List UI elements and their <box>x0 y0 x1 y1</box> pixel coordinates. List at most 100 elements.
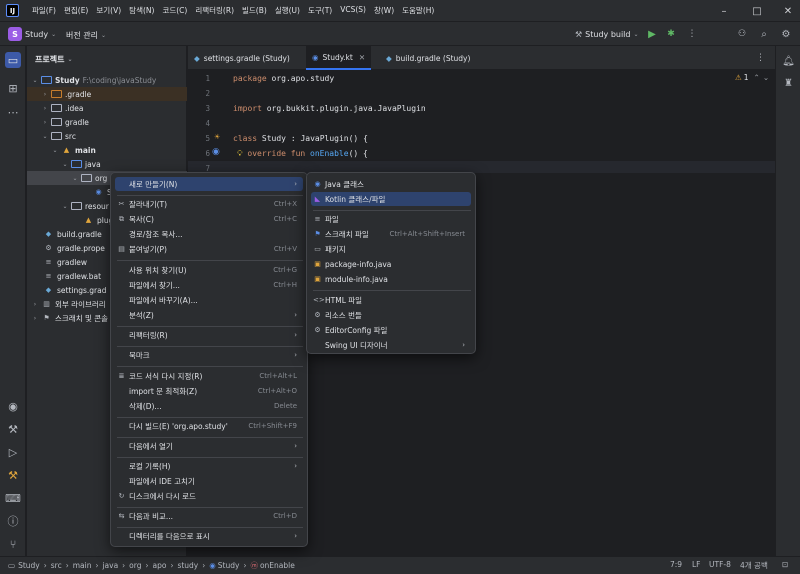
menu-vcs[interactable]: VCS(S) <box>336 5 370 16</box>
menu-window[interactable]: 창(W) <box>370 5 398 16</box>
file-encoding[interactable]: UTF-8 <box>709 560 731 569</box>
submenu-item-resource-bundle[interactable]: ⚙ 리소스 번들 <box>311 308 471 322</box>
build-tool-icon[interactable]: ⚒ <box>5 421 21 437</box>
tree-item-main[interactable]: ⌄ ▲ main <box>27 143 187 157</box>
more-tools-icon[interactable]: ⋯ <box>5 104 21 120</box>
tree-item-gradle-dir[interactable]: › .gradle <box>27 87 187 101</box>
menu-navigate[interactable]: 탐색(N) <box>125 5 158 16</box>
breadcrumb-item[interactable]: study <box>177 561 198 570</box>
chevron-right-icon[interactable]: › <box>41 105 49 112</box>
project-panel-header[interactable]: 프로젝트 ⌄ <box>35 54 72 65</box>
menu-item-refactor[interactable]: 리팩터링(R) › <box>115 328 303 342</box>
project-badge[interactable]: S <box>8 27 22 41</box>
submenu-item-package-info[interactable]: ▣ package-info.java <box>311 257 471 271</box>
services-tool-icon[interactable]: ◉ <box>5 398 21 414</box>
menu-item-repair-ide[interactable]: 파일에서 IDE 고치기 <box>115 474 303 488</box>
run-icon[interactable]: ▶ <box>646 28 658 40</box>
more-actions-icon[interactable]: ⋮ <box>686 28 698 40</box>
debug-icon[interactable]: ✱ <box>665 28 677 40</box>
minimize-icon[interactable]: – <box>718 5 730 17</box>
menu-refactor[interactable]: 리팩터링(R) <box>191 5 238 16</box>
menu-item-copy-path[interactable]: 경로/참조 복사... <box>115 227 303 241</box>
structure-tool-icon[interactable]: ⊞ <box>5 80 21 96</box>
menu-item-reformat-code[interactable]: ≣ 코드 서식 다시 지정(R) Ctrl+Alt+L <box>115 369 303 383</box>
gradle-icon[interactable]: ♜ <box>781 76 796 91</box>
tree-item-java[interactable]: ⌄ java <box>27 157 187 171</box>
menu-item-delete[interactable]: 삭제(D)... Delete <box>115 399 303 413</box>
breadcrumb-item[interactable]: onEnable <box>260 561 295 570</box>
vcs-selector[interactable]: 버전 관리 ⌄ <box>66 30 106 41</box>
breadcrumb-item[interactable]: org <box>129 561 141 570</box>
chevron-right-icon[interactable]: › <box>41 119 49 126</box>
terminal-tool-icon[interactable]: ⌨ <box>5 490 21 506</box>
tab-settings-gradle[interactable]: ◆ settings.gradle (Study) <box>188 46 296 70</box>
chevron-down-icon[interactable]: ⌄ <box>61 203 69 210</box>
chevron-right-icon[interactable]: › <box>31 315 39 322</box>
project-selector[interactable]: Study ⌄ <box>25 30 56 39</box>
close-tab-icon[interactable]: ✕ <box>359 53 365 62</box>
menu-help[interactable]: 도움말(H) <box>398 5 438 16</box>
more-tabs-icon[interactable]: ⋮ <box>756 53 765 63</box>
line-separator[interactable]: LF <box>692 560 701 569</box>
close-icon[interactable]: ✕ <box>782 5 794 17</box>
submenu-item-editorconfig[interactable]: ⚙ EditorConfig 파일 <box>311 323 471 337</box>
gutter-run-icon[interactable]: ☀ <box>214 133 220 141</box>
breadcrumb-item[interactable]: Study <box>218 561 240 570</box>
submenu-item-java-class[interactable]: ◉ Java 클래스 <box>311 177 471 191</box>
git-tool-icon[interactable]: ⑂ <box>5 536 21 552</box>
menu-item-paste[interactable]: ▤ 붙여넣기(P) Ctrl+V <box>115 242 303 256</box>
tab-build-gradle[interactable]: ◆ build.gradle (Study) <box>380 46 476 70</box>
project-tool-icon[interactable]: ▭ <box>5 52 21 68</box>
inspection-widget[interactable]: ⚠ 1 ⌃ ⌄ <box>735 73 769 82</box>
breadcrumb-item[interactable]: Study <box>18 561 40 570</box>
breadcrumb-item[interactable]: apo <box>152 561 166 570</box>
menu-item-analyze[interactable]: 분석(Z) › <box>115 308 303 322</box>
breadcrumb-item[interactable]: main <box>73 561 92 570</box>
chevron-right-icon[interactable]: › <box>31 301 39 308</box>
submenu-item-file[interactable]: ≡ 파일 <box>311 212 471 226</box>
menu-item-new[interactable]: 새로 만들기(N) › <box>115 177 303 191</box>
caret-position[interactable]: 7:9 <box>670 560 682 569</box>
gear-icon[interactable]: ⚙ <box>780 28 792 40</box>
chevron-down-icon[interactable]: ⌄ <box>51 147 59 154</box>
menu-item-reload-from-disk[interactable]: ↻ 디스크에서 다시 로드 <box>115 489 303 503</box>
hammer-build-icon[interactable]: ⚒ <box>5 467 21 483</box>
chevron-down-icon[interactable]: ⌄ <box>31 77 39 84</box>
menu-code[interactable]: 코드(C) <box>158 5 191 16</box>
menu-view[interactable]: 보기(V) <box>92 5 125 16</box>
chevron-right-icon[interactable]: › <box>41 91 49 98</box>
menu-item-bookmarks[interactable]: 북마크 › <box>115 348 303 362</box>
menu-item-rebuild[interactable]: 다시 빌드(E) 'org.apo.study' Ctrl+Shift+F9 <box>115 419 303 433</box>
chevron-down-icon[interactable]: ⌄ <box>71 175 79 182</box>
run-tool-icon[interactable]: ▷ <box>5 444 21 460</box>
submenu-item-module-info[interactable]: ▣ module-info.java <box>311 272 471 286</box>
chevron-down-icon[interactable]: ⌄ <box>41 133 49 140</box>
submenu-item-package[interactable]: ▭ 패키지 <box>311 242 471 256</box>
breadcrumb-item[interactable]: java <box>102 561 118 570</box>
run-config-selector[interactable]: ⚒ Study build ⌄ <box>575 30 639 39</box>
submenu-item-kotlin-class[interactable]: ◣ Kotlin 클래스/파일 <box>311 192 471 206</box>
menu-build[interactable]: 빌드(B) <box>238 5 271 16</box>
indent-setting[interactable]: 4개 공백 <box>740 560 768 571</box>
menu-item-copy[interactable]: ⧉ 복사(C) Ctrl+C <box>115 212 303 226</box>
menu-item-optimize-imports[interactable]: import 문 최적화(Z) Ctrl+Alt+O <box>115 384 303 398</box>
menu-item-find-usages[interactable]: 사용 위치 찾기(U) Ctrl+G <box>115 263 303 277</box>
chevron-down-icon[interactable]: ⌄ <box>763 73 769 82</box>
tab-study-kt[interactable]: ◉ Study.kt ✕ <box>306 46 372 70</box>
menu-file[interactable]: 파일(F) <box>28 5 60 16</box>
menu-item-compare-with[interactable]: ⇆ 다음과 비교... Ctrl+D <box>115 509 303 523</box>
intellij-logo-icon[interactable]: IJ <box>6 4 19 17</box>
search-icon[interactable]: ⌕ <box>758 28 770 40</box>
menu-run[interactable]: 실행(U) <box>271 5 304 16</box>
maximize-icon[interactable]: □ <box>751 5 763 17</box>
breadcrumb-item[interactable]: src <box>51 561 62 570</box>
chevron-down-icon[interactable]: ⌄ <box>61 161 69 168</box>
lightbulb-icon[interactable]: 💡︎ <box>237 149 247 158</box>
tree-item-src[interactable]: ⌄ src <box>27 129 187 143</box>
submenu-item-scratch-file[interactable]: ⚑ 스크래치 파일 Ctrl+Alt+Shift+Insert <box>311 227 471 241</box>
menu-item-replace-in-files[interactable]: 파일에서 바꾸기(A)... <box>115 293 303 307</box>
notifications-icon[interactable]: 🔔︎ <box>781 54 796 69</box>
tree-item-gradle[interactable]: › gradle <box>27 115 187 129</box>
menu-edit[interactable]: 편집(E) <box>60 5 92 16</box>
menu-item-mark-directory-as[interactable]: 디렉터리를 다음으로 표시 › <box>115 529 303 543</box>
